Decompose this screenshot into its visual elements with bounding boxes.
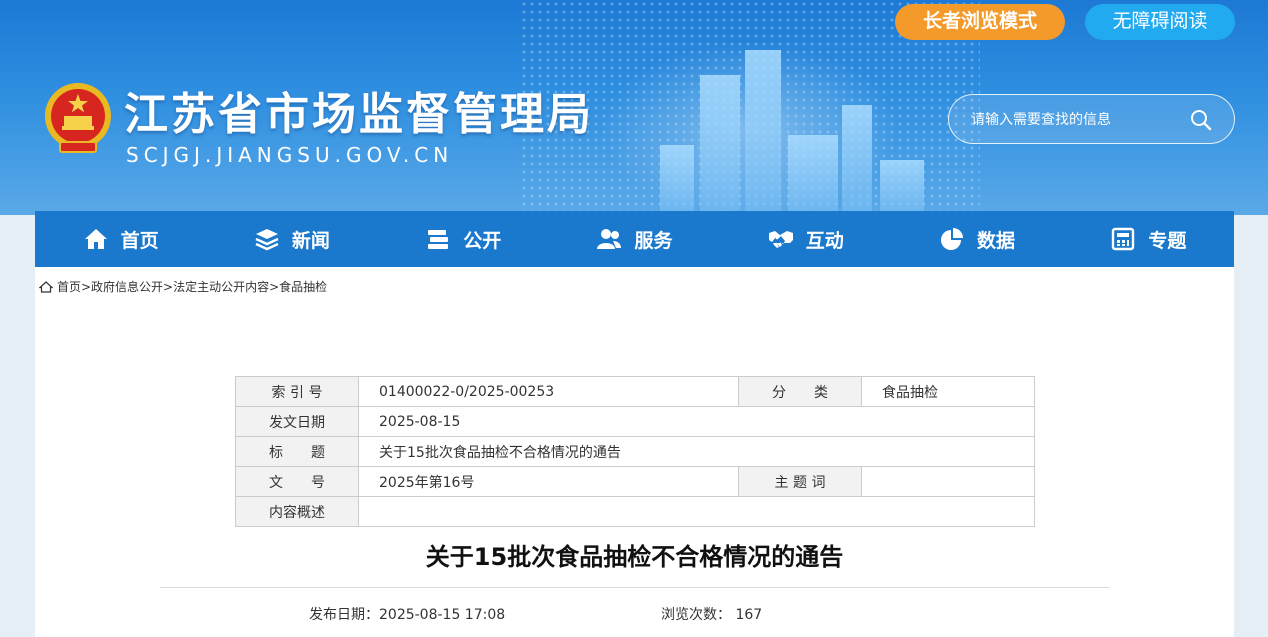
title-label: 标 题 [235, 436, 359, 467]
table-row: 内容概述 [235, 496, 1035, 527]
users-icon [596, 226, 622, 252]
subject-value [861, 466, 1035, 497]
breadcrumb-text[interactable]: 首页>政府信息公开>法定主动公开内容>食品抽检 [57, 278, 327, 295]
publish-value: 2025-08-15 17:08 [379, 607, 506, 623]
category-label: 分 类 [738, 376, 862, 407]
views-label: 浏览次数： [661, 607, 731, 623]
site-domain: SCJGJ.JIANGSU.GOV.CN [126, 143, 454, 167]
summary-label: 内容概述 [235, 496, 359, 527]
nav-item-data[interactable]: 数据 [891, 211, 1062, 267]
category-value: 食品抽检 [861, 376, 1035, 407]
books-icon [425, 226, 451, 252]
nav-item-news[interactable]: 新闻 [206, 211, 377, 267]
search-input[interactable] [971, 108, 1191, 132]
divider [160, 587, 1110, 588]
table-row: 索 引 号 01400022-0/2025-00253 分 类 食品抽检 [235, 376, 1035, 407]
layers-icon [254, 226, 280, 252]
article-title: 关于15批次食品抽检不合格情况的通告 [425, 543, 844, 571]
breadcrumb: 首页>政府信息公开>法定主动公开内容>食品抽检 [39, 278, 327, 295]
summary-value [358, 496, 1035, 527]
elder-mode-button[interactable]: 长者浏览模式 [895, 4, 1065, 40]
home-icon [83, 226, 109, 252]
main-content: 首页>政府信息公开>法定主动公开内容>食品抽检 索 引 号 01400022-0… [35, 267, 1234, 637]
handshake-icon [768, 226, 794, 252]
nav-item-service[interactable]: 服务 [549, 211, 720, 267]
pie-chart-icon [939, 226, 965, 252]
barrier-free-button[interactable]: 无障碍阅读 [1085, 4, 1235, 40]
subject-label: 主 题 词 [738, 466, 862, 497]
nav-label: 首页 [120, 229, 159, 252]
nav-label: 公开 [463, 229, 502, 252]
search-icon[interactable] [1190, 109, 1212, 131]
search-box [948, 94, 1235, 144]
nav-label: 新闻 [291, 229, 330, 252]
publish-date: 发布日期：2025-08-15 17:08 [309, 604, 505, 624]
nav-item-home[interactable]: 首页 [35, 211, 206, 267]
publish-label: 发布日期： [309, 607, 379, 623]
breadcrumb-home-icon [39, 280, 53, 293]
nav-item-topic[interactable]: 专题 [1063, 211, 1234, 267]
header-banner: 江苏省市场监督管理局 SCJGJ.JIANGSU.GOV.CN 长者浏览模式 无… [0, 0, 1268, 215]
view-count: 浏览次数： 167 [661, 604, 762, 624]
nav-label: 数据 [977, 229, 1016, 252]
calculator-icon [1110, 226, 1136, 252]
date-value: 2025-08-15 [358, 406, 1035, 437]
title-value: 关于15批次食品抽检不合格情况的通告 [358, 436, 1035, 467]
date-label: 发文日期 [235, 406, 359, 437]
document-meta-table: 索 引 号 01400022-0/2025-00253 分 类 食品抽检 发文日… [235, 376, 1035, 527]
index-label: 索 引 号 [235, 376, 359, 407]
index-value: 01400022-0/2025-00253 [358, 376, 739, 407]
site-title: 江苏省市场监督管理局 [124, 89, 594, 140]
nav-label: 专题 [1148, 229, 1187, 252]
table-row: 文 号 2025年第16号 主 题 词 [235, 466, 1035, 497]
docno-label: 文 号 [235, 466, 359, 497]
national-emblem-icon [45, 83, 111, 153]
table-row: 标 题 关于15批次食品抽检不合格情况的通告 [235, 436, 1035, 467]
nav-label: 服务 [634, 229, 673, 252]
nav-item-public[interactable]: 公开 [378, 211, 549, 267]
table-row: 发文日期 2025-08-15 [235, 406, 1035, 437]
views-value: 167 [735, 607, 763, 623]
nav-label: 互动 [805, 229, 844, 252]
nav-item-interact[interactable]: 互动 [720, 211, 891, 267]
docno-value: 2025年第16号 [358, 466, 739, 497]
main-nav: 首页 新闻 公开 服务 互动 数据 专题 [35, 211, 1234, 267]
